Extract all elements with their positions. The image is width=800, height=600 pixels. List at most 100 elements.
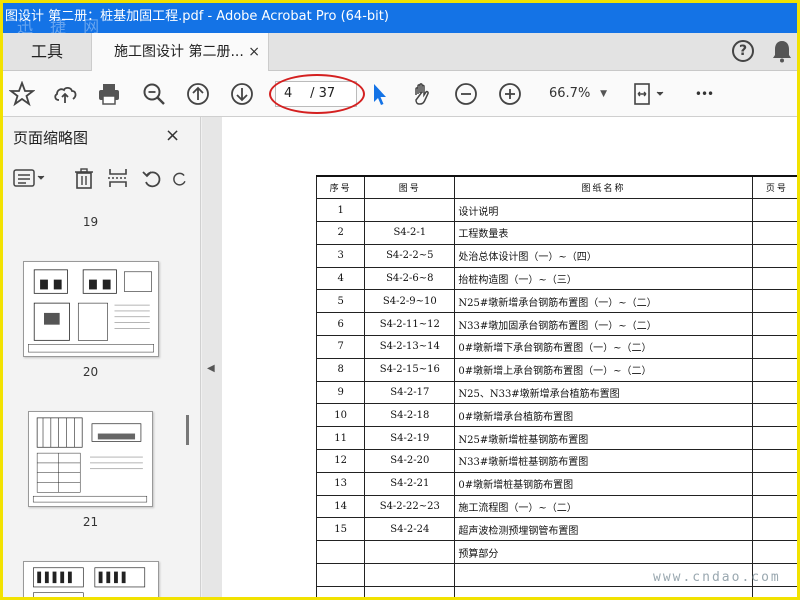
page-total-label: / 37 xyxy=(310,86,336,101)
row-drawing-code: S4-2-11~12 xyxy=(364,312,456,337)
row-drawing-name: 0#墩新增桩基钢筋布置图 xyxy=(454,471,753,496)
next-page-icon[interactable] xyxy=(228,80,256,108)
table-row: 5 S4-2-9~10 N25#墩新增承台钢筋布置图（一）~（二） xyxy=(315,289,797,314)
table-row: 15 S4-2-24 超声波检测预埋钢管布置图 xyxy=(315,517,797,542)
row-drawing-code xyxy=(364,563,456,587)
hand-tool-icon[interactable] xyxy=(408,80,436,108)
table-row: 10 S4-2-18 0#墩新增承台植筋布置图 xyxy=(315,403,797,428)
row-drawing-code: S4-2-2~5 xyxy=(364,243,456,268)
zoom-search-icon[interactable] xyxy=(140,80,168,108)
row-seq: 2 xyxy=(315,221,366,245)
row-page xyxy=(751,198,797,223)
tab-tools[interactable]: 工具 xyxy=(3,33,91,71)
zoom-level-dropdown[interactable]: 66.7% ▼ xyxy=(539,81,611,107)
tab-document-label: 施工图设计 第二册... xyxy=(114,44,244,60)
row-drawing-name: 处治总体设计图（一）~（四） xyxy=(454,243,753,268)
row-page xyxy=(751,403,797,428)
table-row: 6 S4-2-11~12 N33#墩加固承台钢筋布置图（一）~（二） xyxy=(315,312,797,337)
row-drawing-code: S4-2-21 xyxy=(364,471,456,496)
help-icon[interactable]: ? xyxy=(732,40,754,62)
row-drawing-name: 0#墩新增承台植筋布置图 xyxy=(454,403,753,428)
page-thumbnail[interactable] xyxy=(23,261,159,357)
row-page xyxy=(751,540,797,565)
tab-close-icon[interactable]: × xyxy=(248,33,260,71)
thumbnail-scrollbar[interactable] xyxy=(185,217,191,597)
row-seq: 11 xyxy=(315,426,366,451)
page-thumbnail[interactable] xyxy=(23,561,159,597)
table-row xyxy=(315,585,797,597)
zoom-in-icon[interactable] xyxy=(496,80,524,108)
bookmark-star-icon[interactable] xyxy=(8,80,36,108)
table-row: 7 S4-2-13~14 0#墩新增下承台钢筋布置图（一）~（二） xyxy=(315,335,797,359)
row-seq: 5 xyxy=(315,289,366,314)
table-row: 2 S4-2-1 工程数量表 xyxy=(315,221,797,245)
zoom-out-icon[interactable] xyxy=(452,80,480,108)
row-seq: 9 xyxy=(315,380,366,405)
table-row: 12 S4-2-20 N33#墩新增桩基钢筋布置图 xyxy=(315,449,797,473)
thumbnail-label: 21 xyxy=(82,515,99,529)
print-icon[interactable] xyxy=(95,80,123,108)
scrollbar-thumb[interactable] xyxy=(186,415,189,445)
row-drawing-code xyxy=(364,198,456,223)
header-drawing-code: 图号 xyxy=(364,175,456,200)
watermark-top: 迅 捷 网 xyxy=(17,17,106,33)
row-drawing-name: 0#墩新增下承台钢筋布置图（一）~（二） xyxy=(454,335,753,359)
row-drawing-code: S4-2-24 xyxy=(364,517,456,542)
thumbnail-label: 20 xyxy=(82,365,99,379)
panel-close-icon[interactable]: × xyxy=(165,125,180,146)
row-drawing-name: 施工流程图（一）~（二） xyxy=(454,494,753,519)
rotate-left-icon[interactable] xyxy=(139,165,165,191)
row-drawing-name: 设计说明 xyxy=(454,198,753,223)
rotate-right-icon[interactable] xyxy=(171,165,189,191)
table-row: 预算部分 xyxy=(315,540,797,565)
page-number-field[interactable]: 4 / 37 xyxy=(275,81,357,107)
row-seq: 1 xyxy=(315,198,366,223)
row-seq: 7 xyxy=(315,335,366,359)
row-page xyxy=(751,335,797,359)
page-thumbnail[interactable] xyxy=(28,411,153,507)
row-drawing-name: N25#墩新增承台钢筋布置图（一）~（二） xyxy=(454,289,753,314)
row-drawing-name: 预算部分 xyxy=(454,540,753,565)
row-seq: 4 xyxy=(315,266,366,291)
row-drawing-name: 抬桩构造图（一）~（三） xyxy=(454,266,753,291)
header-seq: 序号 xyxy=(315,175,366,200)
row-drawing-name xyxy=(454,585,753,597)
table-row: 4 S4-2-6~8 抬桩构造图（一）~（三） xyxy=(315,266,797,291)
previous-page-icon[interactable] xyxy=(184,80,212,108)
more-tools-icon[interactable]: ••• xyxy=(689,80,719,108)
extract-pages-icon[interactable] xyxy=(105,165,131,191)
row-page xyxy=(751,243,797,268)
row-page xyxy=(751,494,797,519)
row-drawing-name: N25、N33#墩新增承台植筋布置图 xyxy=(454,380,753,405)
fit-page-icon[interactable] xyxy=(630,80,670,108)
notification-bell-icon[interactable] xyxy=(771,39,793,63)
row-page xyxy=(751,357,797,382)
row-drawing-name: 0#墩新增上承台钢筋布置图（一）~（二） xyxy=(454,357,753,382)
watermark-bottom: www.cndao.com xyxy=(653,570,781,585)
table-header-row: 序号 图号 图纸名称 页号 xyxy=(315,175,797,200)
table-row: 8 S4-2-15~16 0#墩新增上承台钢筋布置图（一）~（二） xyxy=(315,357,797,382)
row-page xyxy=(751,312,797,337)
row-drawing-code xyxy=(364,585,456,597)
select-cursor-icon[interactable] xyxy=(365,80,393,108)
table-row: 1 设计说明 xyxy=(315,198,797,223)
row-seq xyxy=(315,563,366,587)
tab-document[interactable]: 施工图设计 第二册... × xyxy=(91,33,269,72)
row-seq: 6 xyxy=(315,312,366,337)
tab-bar: 工具 施工图设计 第二册... × ? xyxy=(3,33,797,72)
options-menu-icon[interactable] xyxy=(13,165,47,191)
row-drawing-name: 超声波检测预埋钢管布置图 xyxy=(454,517,753,542)
panel-toolbar xyxy=(3,161,201,195)
delete-trash-icon[interactable] xyxy=(71,165,97,191)
table-row: 3 S4-2-2~5 处治总体设计图（一）~（四） xyxy=(315,243,797,268)
collapse-panel-icon[interactable]: ◀ xyxy=(207,363,215,374)
row-seq: 12 xyxy=(315,449,366,473)
current-page-input[interactable]: 4 xyxy=(284,82,306,106)
upload-cloud-icon[interactable] xyxy=(51,80,79,108)
document-view[interactable]: ◀ 序号 图号 图纸名称 页号 1 设计说明 2 S4-2-1 工程数量表 3 S4-2-2… xyxy=(202,117,797,597)
row-page xyxy=(751,426,797,451)
row-drawing-code: S4-2-9~10 xyxy=(364,289,456,314)
row-seq: 10 xyxy=(315,403,366,428)
header-drawing-name: 图纸名称 xyxy=(454,175,753,200)
row-seq: 8 xyxy=(315,357,366,382)
